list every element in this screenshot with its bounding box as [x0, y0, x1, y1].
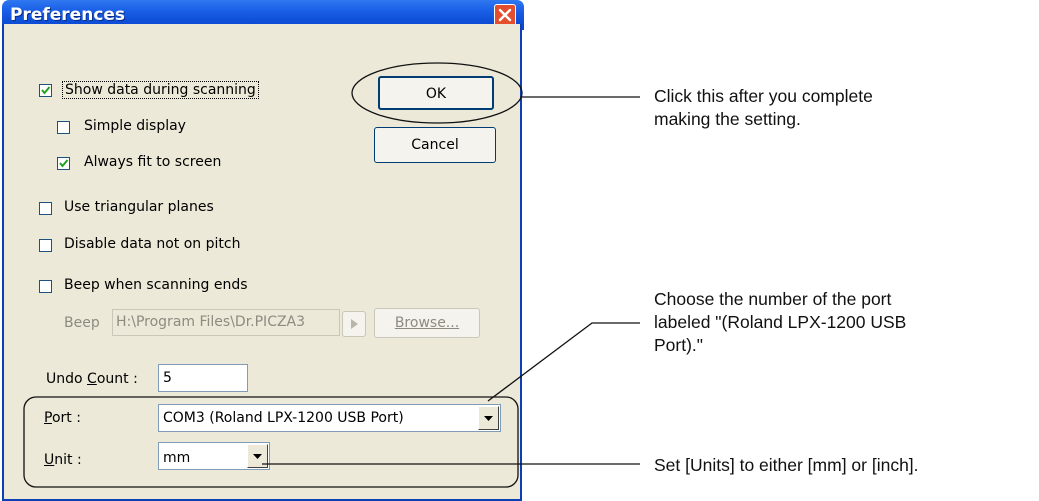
- chevron-down-icon: [253, 454, 262, 459]
- unit-value: mm: [163, 450, 191, 466]
- unit-annotation: Set [Units] to either [mm] or [inch].: [654, 455, 919, 475]
- close-icon: [498, 8, 512, 22]
- simple-display-label: Simple display: [84, 118, 186, 134]
- disable-pitch-label: Disable data not on pitch: [64, 236, 241, 252]
- port-annotation: Choose the number of the port labeled "(…: [654, 289, 907, 355]
- cancel-label: Cancel: [411, 137, 459, 153]
- always-fit-label: Always fit to screen: [84, 154, 222, 170]
- unit-select[interactable]: mm: [158, 442, 270, 470]
- triangular-planes-label: Use triangular planes: [64, 199, 214, 215]
- disable-pitch-checkbox[interactable]: [39, 239, 52, 252]
- port-value: COM3 (Roland LPX-1200 USB Port): [163, 410, 404, 426]
- port-select[interactable]: COM3 (Roland LPX-1200 USB Port): [158, 404, 501, 432]
- port-dropdown-button[interactable]: [478, 406, 499, 430]
- play-beep-button[interactable]: [342, 311, 366, 337]
- port-label: Port :: [44, 410, 81, 426]
- play-icon: [351, 319, 358, 329]
- show-data-label: Show data during scanning: [62, 81, 259, 99]
- simple-display-checkbox[interactable]: [57, 121, 70, 134]
- always-fit-checkbox[interactable]: [57, 157, 70, 170]
- show-data-checkbox[interactable]: [39, 84, 52, 97]
- close-button[interactable]: [494, 4, 516, 26]
- ok-annotation: Click this after you complete making the…: [654, 86, 873, 129]
- beep-path-field: H:\Program Files\Dr.PICZA3: [112, 309, 340, 336]
- undo-count-input[interactable]: 5: [158, 364, 248, 392]
- beep-path-value: H:\Program Files\Dr.PICZA3: [116, 314, 306, 330]
- triangular-planes-checkbox[interactable]: [39, 202, 52, 215]
- undo-count-label: Undo Count :: [46, 371, 138, 387]
- browse-button[interactable]: Browse...: [374, 308, 480, 338]
- beep-when-ends-label: Beep when scanning ends: [64, 277, 248, 293]
- dialog-title: Preferences: [10, 5, 126, 25]
- undo-count-value: 5: [163, 370, 172, 386]
- unit-dropdown-button[interactable]: [247, 444, 268, 468]
- checkmark-icon: [41, 86, 51, 95]
- checkmark-icon: [59, 159, 69, 168]
- browse-label: Browse...: [394, 315, 460, 331]
- cancel-button[interactable]: Cancel: [374, 127, 496, 163]
- beep-checkbox[interactable]: [39, 280, 52, 293]
- unit-label: Unit :: [44, 452, 82, 468]
- ok-button[interactable]: OK: [378, 76, 494, 110]
- ok-label: OK: [425, 86, 447, 102]
- beep-label: Beep: [64, 315, 100, 331]
- chevron-down-icon: [484, 416, 493, 421]
